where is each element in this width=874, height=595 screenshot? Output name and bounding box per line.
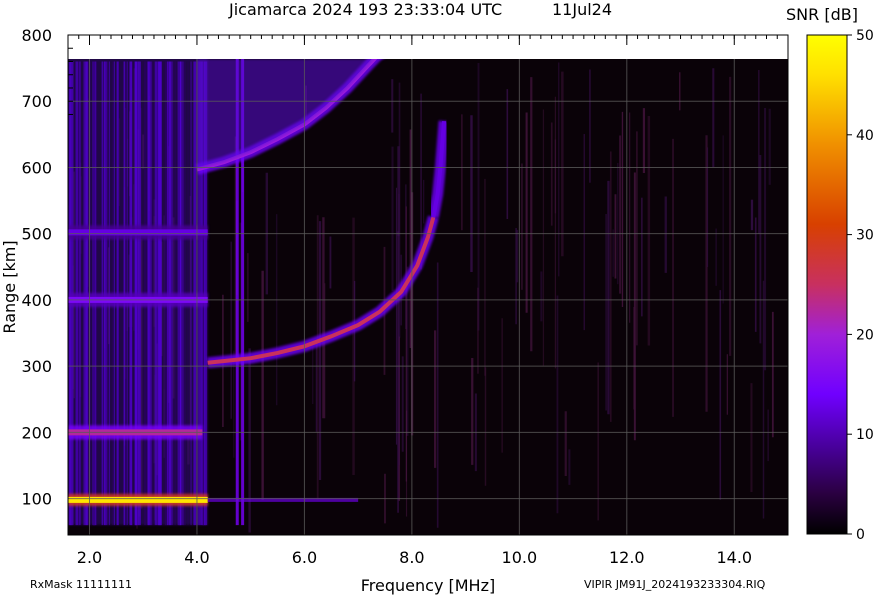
x-tick-label: 6.0 — [292, 548, 317, 567]
layer-e — [68, 496, 208, 503]
y-tick-label: 400 — [21, 291, 52, 310]
colorbar — [806, 34, 848, 535]
x-tick-label: 8.0 — [399, 548, 424, 567]
y-tick-label: 500 — [21, 225, 52, 244]
colorbar-ticks: 0 10 20 30 40 50 — [847, 28, 874, 543]
colorbar-tick-label: 30 — [856, 228, 874, 244]
y-tick-label: 200 — [21, 423, 52, 442]
ionogram-chart: Jicamarca 2024 193 23:33:04 UTC 11Jul24 … — [0, 0, 874, 595]
colorbar-tick-label: 40 — [856, 128, 874, 144]
x-tick-label: 4.0 — [184, 548, 209, 567]
x-tick-label: 2.0 — [77, 548, 102, 567]
y-tick-label: 600 — [21, 158, 52, 177]
x-tick-label: 10.0 — [502, 548, 538, 567]
y-axis-label: Range [km] — [0, 240, 19, 333]
colorbar-label: SNR [dB] — [786, 5, 858, 24]
colorbar-tick-label: 20 — [856, 327, 874, 343]
file-info-label: VIPIR JM91J_2024193233304.RIQ — [584, 578, 766, 591]
x-axis-label: Frequency [MHz] — [361, 576, 495, 595]
y-tick-label: 300 — [21, 357, 52, 376]
x-tick-label: 12.0 — [609, 548, 645, 567]
y-tick-label: 700 — [21, 92, 52, 111]
y-tick-label: 800 — [21, 26, 52, 45]
chart-date: 11Jul24 — [552, 0, 612, 19]
layer-f-multi-500 — [68, 229, 208, 236]
colorbar-tick-label: 0 — [856, 527, 865, 543]
colorbar-tick-label: 10 — [856, 427, 874, 443]
y-tick-label: 100 — [21, 490, 52, 509]
colorbar-tick-label: 50 — [856, 28, 874, 44]
x-tick-label: 14.0 — [716, 548, 752, 567]
rx-mask-label: RxMask 11111111 — [30, 578, 132, 591]
chart-title: Jicamarca 2024 193 23:33:04 UTC — [228, 0, 502, 19]
